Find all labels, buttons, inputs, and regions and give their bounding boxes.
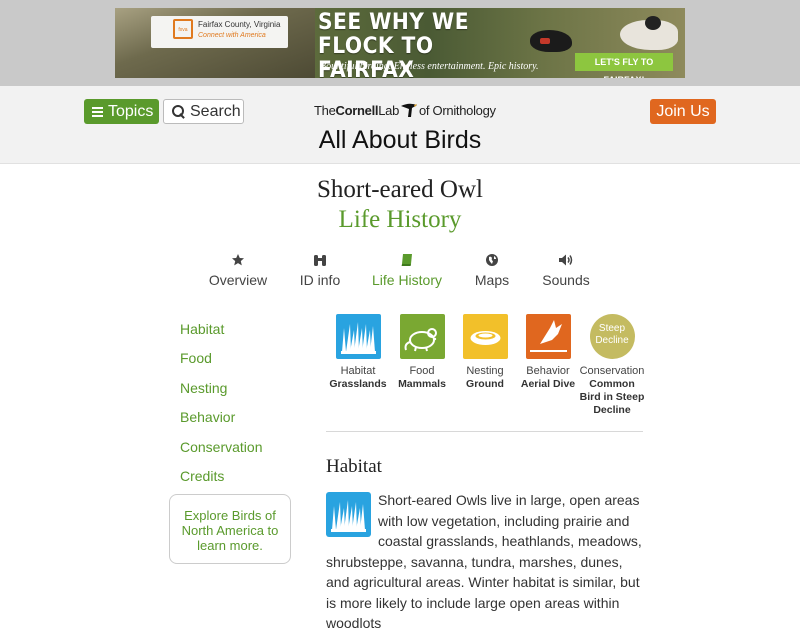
attribute-value: Aerial Dive — [520, 378, 576, 390]
attribute-nesting[interactable]: Nesting Ground — [454, 314, 516, 391]
habitat-heading: Habitat — [326, 456, 382, 477]
habitat-text: Short-eared Owls live in large, open are… — [326, 492, 642, 631]
speaker-icon — [559, 254, 573, 266]
nest-icon — [462, 314, 508, 359]
cornell-lab-logo[interactable]: TheCornellLab of Ornithology — [314, 102, 496, 118]
attribute-value: Grasslands — [329, 378, 387, 390]
star-icon — [232, 254, 244, 266]
search-button[interactable]: Search — [163, 99, 244, 124]
globe-icon — [486, 254, 498, 266]
ad-cta-button[interactable]: LET'S FLY TO FAIRFAX! — [575, 53, 673, 78]
blackbird-wing-patch — [540, 38, 550, 44]
sidebar-link-food[interactable]: Food — [180, 350, 212, 366]
topics-button[interactable]: Topics — [84, 99, 159, 124]
attribute-value: Ground — [466, 378, 504, 390]
site-header: Topics Search TheCornellLab of Ornitholog… — [0, 86, 800, 164]
menu-icon — [92, 107, 103, 117]
attribute-label: Conservation — [579, 365, 645, 377]
site-title[interactable]: All About Birds — [0, 126, 800, 155]
join-button[interactable]: Join Us — [650, 99, 716, 124]
ad-connect-text: Connect with America — [198, 32, 266, 39]
tab-life-history[interactable]: Life History — [370, 252, 444, 288]
ad-strip: fxva Fairfax County, Virginia Connect wi… — [0, 0, 800, 86]
logo-cornell: Cornell — [335, 103, 379, 118]
attribute-label: Behavior — [526, 365, 570, 377]
topics-label: Topics — [108, 103, 154, 120]
logo-lab: Lab — [378, 103, 399, 118]
tab-sounds[interactable]: Sounds — [540, 252, 592, 288]
attribute-label: Habitat — [340, 365, 376, 377]
tab-label: Sounds — [542, 272, 590, 288]
sidebar-link-credits[interactable]: Credits — [180, 468, 224, 484]
search-label: Search — [190, 103, 241, 120]
ad-banner[interactable]: fxva Fairfax County, Virginia Connect wi… — [115, 8, 685, 78]
steep-decline-badge: Steep Decline — [589, 314, 635, 359]
section-title: Life History — [338, 206, 462, 233]
tab-label: Overview — [208, 272, 268, 288]
attribute-label: Nesting — [466, 365, 504, 377]
logo-the: The — [314, 103, 336, 118]
book-icon — [401, 254, 412, 266]
tab-maps[interactable]: Maps — [472, 252, 512, 288]
species-name: Short-eared Owl — [317, 176, 483, 203]
sidebar-link-habitat[interactable]: Habitat — [180, 321, 224, 337]
section-divider — [326, 431, 643, 432]
blackbird-photo — [530, 30, 572, 52]
attribute-value: Common Bird in Steep Decline — [579, 378, 645, 416]
binoculars-icon — [314, 255, 326, 266]
attribute-behavior[interactable]: Behavior Aerial Dive — [517, 314, 579, 391]
grasslands-icon — [335, 314, 381, 359]
attribute-food[interactable]: Food Mammals — [391, 314, 453, 391]
tab-label: ID info — [299, 272, 341, 288]
cornell-bird-icon — [401, 103, 417, 117]
ad-subline: Bountiful birding. Endless entertainment… — [320, 61, 539, 72]
sidebar-link-behavior[interactable]: Behavior — [180, 409, 235, 425]
attribute-label: Food — [409, 365, 435, 377]
attribute-value: Mammals — [398, 378, 446, 390]
tab-overview[interactable]: Overview — [207, 252, 269, 288]
tab-label: Life History — [371, 272, 443, 288]
tab-id-info[interactable]: ID info — [296, 252, 344, 288]
mammal-icon — [399, 314, 445, 359]
attribute-conservation[interactable]: Steep Decline Conservation Common Bird i… — [578, 314, 646, 417]
explore-birds-box[interactable]: Explore Birds of North America to learn … — [169, 494, 291, 564]
attribute-habitat[interactable]: Habitat Grasslands — [327, 314, 389, 391]
diving-bird-icon — [525, 314, 571, 359]
shrike-head — [645, 16, 661, 30]
ad-county-text: Fairfax County, Virginia — [198, 20, 281, 29]
search-icon — [172, 105, 185, 118]
sidebar-link-nesting[interactable]: Nesting — [180, 380, 227, 396]
fxva-logo-icon: fxva — [173, 19, 193, 39]
tab-label: Maps — [474, 272, 510, 288]
logo-ornithology: of Ornithology — [419, 103, 496, 118]
sidebar-link-conservation[interactable]: Conservation — [180, 439, 263, 455]
